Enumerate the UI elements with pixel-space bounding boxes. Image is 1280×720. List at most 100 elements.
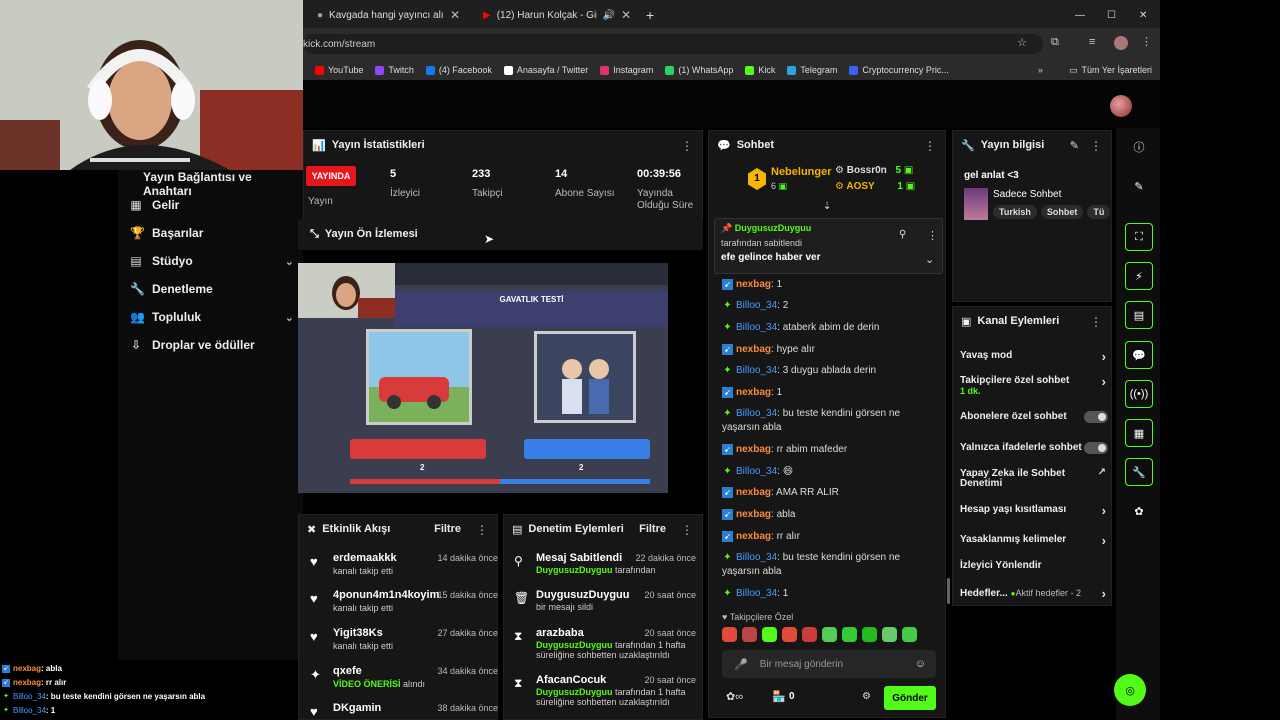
edit-pencil-icon[interactable]: ✎ <box>1070 139 1079 152</box>
emote-icon[interactable] <box>762 627 777 642</box>
more-options-icon[interactable]: ⋮ <box>927 229 938 242</box>
chat-message[interactable]: ➹ nexbag: rr alır <box>722 530 937 544</box>
bookmark-item[interactable]: (4) Facebook <box>425 65 492 75</box>
close-window-button[interactable]: ✕ <box>1139 4 1147 26</box>
more-options-icon[interactable]: ⋮ <box>924 139 936 153</box>
chat-message[interactable]: ✦ Billoo_34: bu teste kendini görsen ne y… <box>722 551 937 579</box>
activity-item[interactable]: ✦ qxefe 34 dakika önce VİDEO ÖNERİSİ alındı <box>310 665 498 697</box>
chat-icon[interactable]: 💬 <box>1125 341 1153 369</box>
more-options-icon[interactable]: ⋮ <box>681 523 693 537</box>
emote-icon[interactable] <box>802 627 817 642</box>
chat-message[interactable]: ➹ nexbag: AMA RR ALIR <box>722 486 937 500</box>
bookmark-star-icon[interactable]: ☆ <box>1017 36 1027 49</box>
nav-item-community[interactable]: 👥 Topluluk ⌄ <box>130 310 294 324</box>
close-tab-icon[interactable]: ✕ <box>450 8 460 22</box>
more-bookmarks-icon[interactable]: » <box>1038 65 1043 75</box>
nav-item-drops[interactable]: ⇩ Droplar ve ödüller <box>130 338 255 352</box>
chat-message[interactable]: ➹ nexbag: rr abim mafeder <box>722 443 937 457</box>
edit-icon[interactable]: ✎ <box>1125 172 1153 200</box>
all-bookmarks-folder[interactable]: ▭ Tüm Yer İşaretleri <box>1069 65 1152 76</box>
chat-username[interactable]: nexbag <box>736 344 771 355</box>
toggle-switch[interactable] <box>1084 411 1108 423</box>
activity-item[interactable]: ♥ DKgamin 38 dakika önce <box>310 702 498 720</box>
emote-icon[interactable] <box>822 627 837 642</box>
more-options-icon[interactable]: ⋮ <box>476 523 488 537</box>
channel-action-item[interactable]: Yasaklanmış kelimeler › <box>960 533 1108 555</box>
emoji-icon[interactable]: ☺ <box>915 658 926 670</box>
bookmark-item[interactable]: Instagram <box>600 65 653 75</box>
chat-username[interactable]: nexbag <box>736 279 771 290</box>
chat-scrollbar[interactable] <box>947 578 950 604</box>
user-avatar[interactable] <box>1110 95 1132 117</box>
chat-message[interactable]: ✦ Billoo_34: bu teste kendini görsen ne y… <box>722 407 937 435</box>
screenshot-icon[interactable]: ⛶ <box>1125 223 1153 251</box>
emote-icon[interactable] <box>862 627 877 642</box>
bookmark-item[interactable]: Anasayfa / Twitter <box>503 65 588 75</box>
chat-input[interactable]: 🎤 Bir mesaj gönderin ☺ <box>722 650 936 678</box>
chat-username[interactable]: Billoo_34 <box>736 365 777 376</box>
category-thumbnail[interactable] <box>964 188 988 220</box>
nav-item-studio[interactable]: ▤ Stüdyo ⌄ <box>130 254 294 268</box>
channel-action-item[interactable]: Yalnızca ifadelerle sohbet <box>960 442 1108 463</box>
url-field[interactable]: kick.com/stream <box>303 34 1043 54</box>
category-name[interactable]: Sadece Sohbet <box>993 189 1061 200</box>
bookmark-item[interactable]: (1) WhatsApp <box>665 65 733 75</box>
chat-username[interactable]: nexbag <box>736 487 771 498</box>
channel-action-item[interactable]: Hedefler... ●Aktif hedefler - 2 › <box>960 586 1108 608</box>
chat-username[interactable]: Billoo_34 <box>736 300 777 311</box>
tag-chip[interactable]: Turkish <box>993 205 1037 219</box>
mod-action-item[interactable]: ⚲ Mesaj Sabitlendi 22 dakika önce DuygusuzD… <box>514 552 696 592</box>
more-options-icon[interactable]: ⋮ <box>1090 315 1102 329</box>
channel-action-item[interactable]: Takipçilere özel sohbet 1 dk. › <box>960 374 1108 396</box>
activity-item[interactable]: ♥ 4ponun4m1n4koyim 15 dakika önce kanalı ta… <box>310 589 498 621</box>
mod-action-item[interactable]: ⧗ arazbaba 20 saat önce DuygusuzDuyguu tara… <box>514 627 696 667</box>
bookmark-item[interactable]: Twitch <box>375 65 414 75</box>
close-tab-icon[interactable]: ✕ <box>621 8 631 22</box>
document-icon[interactable]: ▤ <box>1125 301 1153 329</box>
store-icon[interactable]: 🏪 <box>772 690 786 703</box>
chevron-down-icon[interactable]: ⌄ <box>925 253 934 266</box>
chat-username[interactable]: nexbag <box>736 387 771 398</box>
help-chat-button[interactable]: ◎ <box>1114 674 1146 706</box>
bookmark-item[interactable]: Telegram <box>787 65 837 75</box>
more-options-icon[interactable]: ⋮ <box>681 139 693 153</box>
emote-icon[interactable] <box>722 627 737 642</box>
info-icon[interactable]: ⓘ <box>1125 133 1153 161</box>
channel-action-item[interactable]: İzleyici Yönlendir <box>960 561 1108 581</box>
mod-action-item[interactable]: 🗑 DuygusuzDuyguu 20 saat önce bir mesajı si… <box>514 589 696 629</box>
activity-filter-button[interactable]: Filtre <box>434 523 461 535</box>
send-button[interactable]: Gönder <box>884 686 936 710</box>
minimize-button[interactable]: — <box>1075 4 1085 26</box>
chat-message[interactable]: ➹ nexbag: 1 <box>722 386 937 400</box>
mod-filter-button[interactable]: Filtre <box>639 523 666 535</box>
nav-item-revenue[interactable]: ▦ Gelir <box>130 198 179 212</box>
audio-icon[interactable]: 🔊 <box>603 10 615 21</box>
broadcast-icon[interactable]: ((•)) <box>1125 380 1153 408</box>
more-options-icon[interactable]: ⋮ <box>1090 139 1102 153</box>
chat-username[interactable]: Billoo_34 <box>736 466 777 477</box>
unpin-icon[interactable]: ⚲ <box>899 229 906 240</box>
gifter-2[interactable]: ⚙ Bossr0n 5 ▣ <box>835 165 913 176</box>
chat-message[interactable]: ➹ nexbag: 1 <box>722 278 937 292</box>
chat-message[interactable]: ➹ nexbag: hype alır <box>722 343 937 357</box>
lightning-icon[interactable]: ⚡ <box>1125 262 1153 290</box>
tools-icon[interactable]: 🔧 <box>1125 458 1153 486</box>
group-icon[interactable]: ✿ <box>1125 497 1153 525</box>
chat-message[interactable]: ✦ Billoo_34: ataberk abim de derin <box>722 321 937 335</box>
emote-icon[interactable] <box>902 627 917 642</box>
emote-icon[interactable] <box>882 627 897 642</box>
channel-action-item[interactable]: Abonelere özel sohbet <box>960 411 1108 432</box>
chat-message[interactable]: ✦ Billoo_34: 2 <box>722 299 937 313</box>
chat-username[interactable]: Billoo_34 <box>736 322 777 333</box>
chat-username[interactable]: nexbag <box>736 444 771 455</box>
chat-username[interactable]: Billoo_34 <box>736 552 777 563</box>
chat-message[interactable]: ➹ nexbag: abla <box>722 508 937 522</box>
tag-chip[interactable]: Tü <box>1087 205 1111 219</box>
chat-message[interactable]: ✦ Billoo_34: 😄 <box>722 465 937 479</box>
layout-icon[interactable]: ▦ <box>1125 419 1153 447</box>
extensions-icon[interactable]: ⧉ <box>1051 36 1059 49</box>
bookmark-item[interactable]: YouTube <box>315 65 363 75</box>
tag-chip[interactable]: Sohbet <box>1040 205 1084 219</box>
chat-message[interactable]: ✦ Billoo_34: 3 duygu ablada derin <box>722 364 937 378</box>
chat-username[interactable]: Billoo_34 <box>736 588 777 599</box>
